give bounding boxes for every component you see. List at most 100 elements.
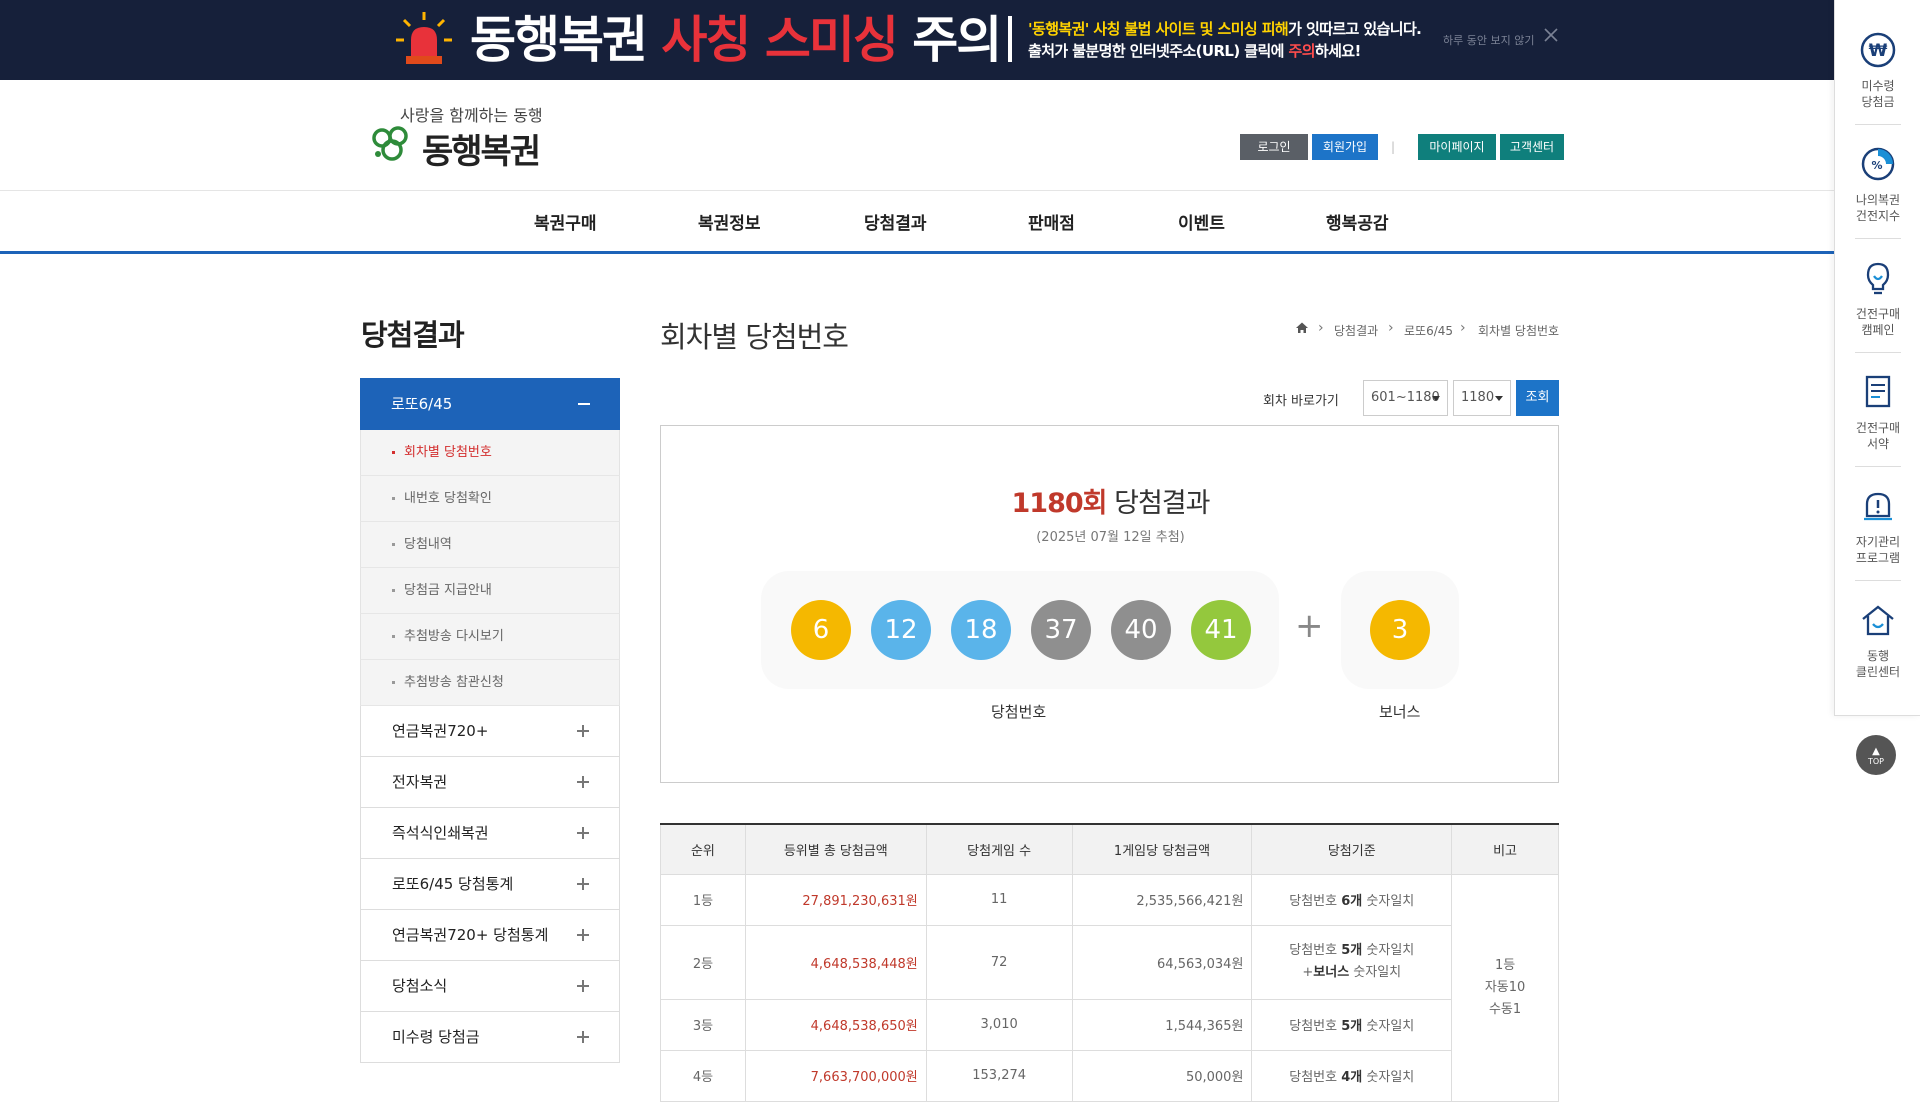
alert-bell-icon [1864,492,1892,521]
quick-clean-center[interactable]: 동행 클린센터 [1835,600,1920,680]
games-cell: 72 [925,924,1073,1000]
collapse-minus-icon [578,403,590,405]
quick-self-management[interactable]: 자기관리 프로그램 [1835,486,1920,566]
winning-numbers-panel: 6 12 18 37 40 41 [761,571,1279,689]
winning-ball: 6 [791,600,851,660]
sidebar-cat-unclaimed[interactable]: 미수령 당첨금 [360,1012,620,1063]
quick-divider [1855,238,1901,239]
table-row: 3등 4,648,538,650원 3,010 1,544,365원 당첨번호 … [660,998,1559,1051]
sidebar-cat-winning-news[interactable]: 당첨소식 [360,961,620,1012]
up-arrow-icon: ▲ [1872,746,1880,757]
rank-cell: 1등 [660,873,746,926]
sidebar-cat-electronic[interactable]: 전자복권 [360,757,620,808]
breadcrumb-item[interactable]: 당첨결과 [1334,322,1378,339]
quick-unclaimed-prize[interactable]: ₩ 미수령 당첨금 [1835,30,1920,110]
expand-plus-icon [577,776,589,788]
smishing-warning-banner: 동행복권 사칭 스미싱 주의 '동행복권' 사칭 불법 사이트 및 스미싱 피해… [0,0,1834,80]
total-prize-cell: 27,891,230,631원 [744,873,927,926]
col-header-winning-games: 당첨게임 수 [925,824,1073,875]
main-nav: 복권구매 복권정보 당첨결과 판매점 이벤트 행복공감 [0,190,1834,254]
winning-ball: 12 [871,600,931,660]
won-icon: ₩ [1860,32,1896,68]
criteria-cell: 당첨번호 5개 숫자일치 +보너스 숫자일치 [1251,924,1453,1000]
winning-numbers-label: 당첨번호 [991,703,1047,721]
expand-plus-icon [577,980,589,992]
nav-lottery-info[interactable]: 복권정보 [698,209,761,234]
quick-pledge[interactable]: 건전구매 서약 [1835,372,1920,452]
sidebar-sub-round-numbers[interactable]: 회차별 당첨번호 [360,430,620,476]
search-round-button[interactable]: 조회 [1516,380,1559,416]
criteria-cell: 당첨번호 6개 숫자일치 [1251,873,1453,926]
logo-name: 동행복권 [422,132,541,172]
nav-happiness[interactable]: 행복공감 [1326,209,1389,234]
site-logo[interactable]: 사랑을 함께하는 동행 동행복권 [370,102,590,172]
pledge-document-icon [1865,375,1891,408]
scroll-top-button[interactable]: ▲ TOP [1856,735,1896,775]
sidebar-sub-payment-guide[interactable]: 당첨금 지급안내 [360,568,620,614]
sidebar-cat-instant[interactable]: 즉석식인쇄복권 [360,808,620,859]
sidebar-cat-pension-stats[interactable]: 연금복권720+ 당첨통계 [360,910,620,961]
sidebar-sub-winning-history[interactable]: 당첨내역 [360,522,620,568]
bonus-number-panel: 3 [1341,571,1459,689]
sidebar-cat-pension720[interactable]: 연금복권720+ [360,706,620,757]
home-icon[interactable] [1295,321,1309,335]
prize-table: 순위 등위별 총 당첨금액 당첨게임 수 1게임당 당첨금액 당첨기준 비고 1… [660,823,1559,1102]
percent-gauge-icon: % [1861,147,1895,181]
dropdown-arrow-icon [1432,396,1440,401]
bonus-ball: 3 [1370,600,1430,660]
per-game-cell: 50,000원 [1071,1049,1253,1102]
dropdown-arrow-icon [1495,396,1503,401]
banner-hide-today-link[interactable]: 하루 동안 보지 않기 [1443,32,1534,48]
util-separator: | [1391,140,1396,154]
expand-plus-icon [577,725,589,737]
col-header-total-prize: 등위별 총 당첨금액 [744,824,927,875]
banner-close-icon[interactable] [1542,26,1560,44]
quick-divider [1855,352,1901,353]
round-number-select[interactable]: 1180 [1453,380,1511,416]
siren-icon [396,12,452,64]
nav-retailers[interactable]: 판매점 [1028,209,1075,234]
quick-divider [1855,580,1901,581]
quick-campaign[interactable]: 건전구매 캠페인 [1835,258,1920,338]
col-header-prize-per-game: 1게임당 당첨금액 [1071,824,1253,875]
games-cell: 153,274 [925,1049,1073,1102]
breadcrumb-item[interactable]: 로또6/45 [1404,322,1453,339]
result-title: 1180회 당첨결과 [1011,488,1211,519]
per-game-cell: 64,563,034원 [1071,924,1253,1000]
svg-text:₩: ₩ [1869,41,1888,61]
customer-center-button[interactable]: 고객센터 [1500,134,1564,160]
nav-winning-results[interactable]: 당첨결과 [864,209,927,234]
logo-slogan: 사랑을 함께하는 동행 [400,106,543,125]
sidebar-sub-replay[interactable]: 추첨방송 다시보기 [360,614,620,660]
expand-plus-icon [577,1031,589,1043]
per-game-cell: 2,535,566,421원 [1071,873,1253,926]
winning-ball: 40 [1111,600,1171,660]
table-row: 4등 7,663,700,000원 153,274 50,000원 당첨번호 4… [660,1049,1559,1102]
login-button[interactable]: 로그인 [1240,134,1308,160]
mypage-button[interactable]: 마이페이지 [1418,134,1496,160]
draw-result-panel: 1180회 당첨결과 (2025년 07월 12일 추첨) 6 12 18 37… [660,425,1559,783]
col-header-criteria: 당첨기준 [1251,824,1453,875]
total-prize-cell: 7,663,700,000원 [744,1049,927,1102]
expand-plus-icon [577,827,589,839]
sidebar-cat-lotto-stats[interactable]: 로또6/45 당첨통계 [360,859,620,910]
quick-my-index[interactable]: % 나의복권 건전지수 [1835,144,1920,224]
col-header-note: 비고 [1451,824,1559,875]
round-range-select[interactable]: 601~1180 [1363,380,1448,416]
winning-ball: 18 [951,600,1011,660]
sidebar-lotto645[interactable]: 로또6/45 [360,378,620,430]
criteria-cell: 당첨번호 5개 숫자일치 [1251,998,1453,1051]
nav-lottery-purchase[interactable]: 복권구매 [534,209,597,234]
banner-description: '동행복권' 사칭 불법 사이트 및 스미싱 피해가 잇따르고 있습니다. 출처… [1028,20,1422,60]
sidebar-sub-check-my-numbers[interactable]: 내번호 당첨확인 [360,476,620,522]
sidebar-sub-attendance[interactable]: 추첨방송 참관신청 [360,660,620,706]
rank-cell: 3등 [660,998,746,1051]
per-game-cell: 1,544,365원 [1071,998,1253,1051]
site-header: 사랑을 함께하는 동행 동행복권 로그인 회원가입 | 마이페이지 고객센터 [0,80,1834,190]
quick-divider [1855,124,1901,125]
table-row: 2등 4,648,538,448원 72 64,563,034원 당첨번호 5개… [660,924,1559,1000]
nav-events[interactable]: 이벤트 [1178,209,1225,234]
signup-button[interactable]: 회원가입 [1312,134,1378,160]
sidebar-menu: 로또6/45 회차별 당첨번호 내번호 당첨확인 당첨내역 당첨금 지급안내 추… [360,378,620,1063]
clover-logo-icon [372,126,408,161]
